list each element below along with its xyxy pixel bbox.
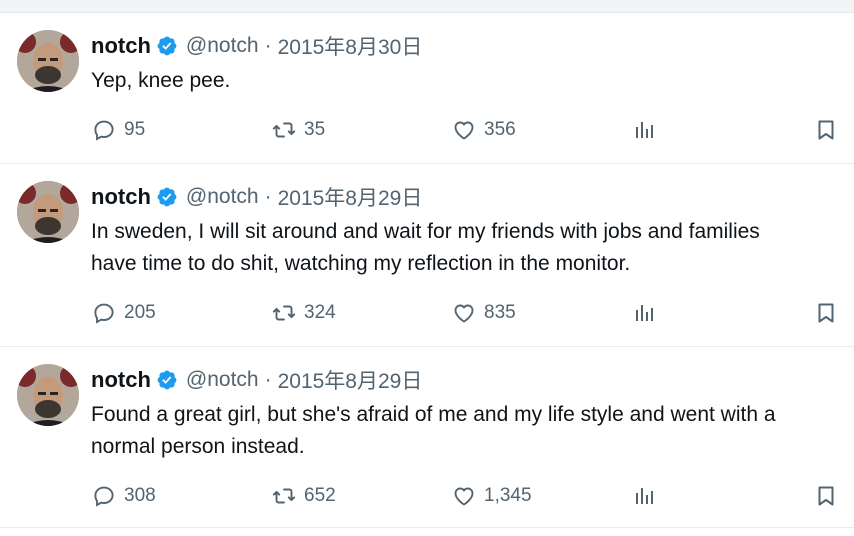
reply-count: 308 [124, 485, 156, 506]
tweet[interactable]: notch @notch · 2015年8月29日 In sweden, I w… [0, 164, 854, 347]
heart-icon [454, 121, 474, 140]
tweet-actions: 95 35 356 [0, 115, 854, 145]
like-button[interactable]: 356 [452, 115, 516, 145]
views-chart-icon [636, 305, 653, 321]
like-count: 835 [484, 302, 516, 323]
header-separator: · [264, 34, 272, 57]
reply-icon [94, 303, 114, 324]
avatar[interactable] [17, 30, 79, 92]
retweet-button[interactable]: 324 [272, 298, 336, 328]
tweet-text: In sweden, I will sit around and wait fo… [91, 220, 760, 275]
tweet-header: notch @notch · 2015年8月30日 [91, 31, 422, 61]
retweet-count: 324 [304, 302, 336, 323]
header-separator: · [264, 185, 272, 208]
tweet-date[interactable]: 2015年8月30日 [278, 31, 423, 61]
tweet[interactable]: notch @notch · 2015年8月30日 Yep, knee pee.… [0, 13, 854, 164]
tweet-feed: notch @notch · 2015年8月30日 Yep, knee pee.… [0, 0, 854, 536]
retweet-icon [272, 305, 296, 321]
reply-button[interactable]: 308 [92, 481, 156, 511]
retweet-count: 35 [304, 119, 326, 140]
tweet-date[interactable]: 2015年8月29日 [278, 365, 423, 395]
feed-top-edge [0, 0, 854, 13]
verified-badge-icon [156, 35, 178, 57]
verified-badge-icon [156, 186, 178, 208]
retweet-button[interactable]: 652 [272, 481, 336, 511]
reply-button[interactable]: 205 [92, 298, 156, 328]
bookmark-button[interactable] [814, 298, 838, 328]
tweet[interactable]: notch @notch · 2015年8月29日 Found a great … [0, 347, 854, 528]
tweet-header: notch @notch · 2015年8月29日 [91, 182, 422, 212]
like-count: 356 [484, 119, 516, 140]
reply-count: 205 [124, 302, 156, 323]
views-button[interactable] [632, 298, 656, 328]
tweet-text: Found a great girl, but she's afraid of … [91, 403, 776, 458]
bookmark-icon [818, 486, 834, 506]
tweet-text: Yep, knee pee. [91, 69, 231, 92]
like-count: 1,345 [484, 485, 532, 506]
tweet-date[interactable]: 2015年8月29日 [278, 182, 423, 212]
reply-count: 95 [124, 119, 146, 140]
author-name[interactable]: notch [91, 33, 151, 59]
tweet-header: notch @notch · 2015年8月29日 [91, 365, 422, 395]
author-handle[interactable]: @notch [186, 34, 259, 58]
author-name[interactable]: notch [91, 367, 151, 393]
author-handle[interactable]: @notch [186, 368, 259, 392]
views-button[interactable] [632, 115, 656, 145]
tweet-actions: 308 652 1,345 [0, 481, 854, 511]
bookmark-button[interactable] [814, 481, 838, 511]
reply-icon [94, 120, 114, 141]
retweet-icon [272, 488, 296, 504]
reply-button[interactable]: 95 [92, 115, 145, 145]
views-chart-icon [636, 488, 653, 504]
bookmark-button[interactable] [814, 115, 838, 145]
bookmark-icon [818, 303, 834, 323]
verified-badge-icon [156, 369, 178, 391]
reply-icon [94, 486, 114, 507]
bookmark-icon [818, 120, 834, 140]
heart-icon [454, 304, 474, 323]
retweet-count: 652 [304, 485, 336, 506]
retweet-icon [272, 122, 296, 138]
header-separator: · [264, 368, 272, 391]
like-button[interactable]: 835 [452, 298, 516, 328]
author-handle[interactable]: @notch [186, 185, 259, 209]
views-chart-icon [636, 122, 653, 138]
tweet-actions: 205 324 835 [0, 298, 854, 328]
like-button[interactable]: 1,345 [452, 481, 532, 511]
avatar[interactable] [17, 364, 79, 426]
retweet-button[interactable]: 35 [272, 115, 325, 145]
views-button[interactable] [632, 481, 656, 511]
avatar[interactable] [17, 181, 79, 243]
author-name[interactable]: notch [91, 184, 151, 210]
heart-icon [454, 487, 474, 506]
